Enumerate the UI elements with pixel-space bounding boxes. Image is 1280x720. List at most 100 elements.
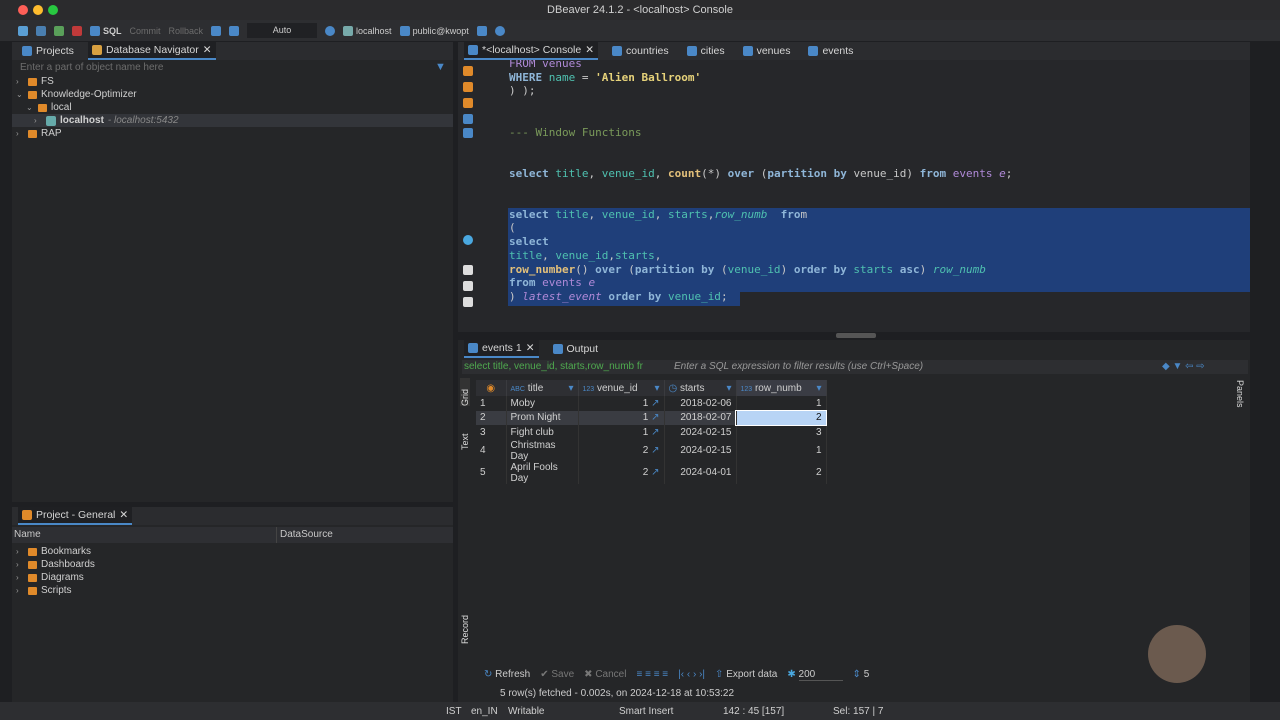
tools-icon[interactable] <box>476 25 487 36</box>
cell-title[interactable]: Prom Night <box>506 410 579 425</box>
cell-venue-id[interactable]: 1 ↗ <box>578 410 665 425</box>
execute-script-icon[interactable] <box>463 82 473 92</box>
tab-events-1[interactable]: events 1 ✕ <box>464 340 539 358</box>
close-icon[interactable]: ✕ <box>585 44 594 56</box>
stop-icon[interactable] <box>72 25 82 36</box>
refresh-button[interactable]: ↻ Refresh <box>484 669 530 681</box>
tab-venues[interactable]: venues <box>739 42 795 60</box>
column-header-title[interactable]: ABC title ▾ <box>506 380 579 396</box>
cell-row-numb[interactable]: 1 <box>736 396 827 411</box>
cell-venue-id[interactable]: 1 ↗ <box>578 425 665 440</box>
connect-icon[interactable] <box>18 25 28 36</box>
table-row[interactable]: 2 Prom Night 1 ↗ 2018-02-07 2 <box>476 409 827 426</box>
maximize-window-button[interactable] <box>48 5 58 15</box>
chevron-right-icon[interactable]: › <box>34 114 42 127</box>
panels-toggle[interactable]: Panels <box>1235 380 1245 408</box>
table-row[interactable]: 3 Fight club 1 ↗ 2024-02-15 3 <box>476 425 827 440</box>
table-row[interactable]: 4 Christmas Day 2 ↗ 2024-02-15 1 <box>476 439 827 462</box>
tree-item-knowledge-optimizer[interactable]: ⌄ Knowledge-Optimizer <box>16 88 137 101</box>
project-item-scripts[interactable]: › Scripts <box>16 584 72 597</box>
close-icon[interactable]: ✕ <box>203 44 212 56</box>
cell-title[interactable]: Moby <box>506 396 579 411</box>
cancel-button[interactable]: ✖ Cancel <box>584 669 626 681</box>
commit-button[interactable]: Commit <box>130 26 161 36</box>
cell-venue-id[interactable]: 2 ↗ <box>578 461 665 484</box>
tab-events[interactable]: events <box>804 42 857 60</box>
tab-project-general[interactable]: Project - General ✕ <box>18 507 133 525</box>
close-window-button[interactable] <box>18 5 28 15</box>
column-header-row-numb[interactable]: 123 row_numb ▾ <box>736 380 827 396</box>
table-row[interactable]: 1 Moby 1 ↗ 2018-02-06 1 <box>476 396 827 411</box>
chevron-right-icon[interactable]: › <box>16 75 24 88</box>
filter-input[interactable]: Enter a SQL expression to filter results… <box>674 360 923 374</box>
minimize-window-button[interactable] <box>33 5 43 15</box>
filter-icon[interactable]: ▼ <box>435 61 446 73</box>
tree-item-fs[interactable]: › FS <box>16 75 54 88</box>
column-header-datasource[interactable]: DataSource <box>276 527 333 543</box>
row-count[interactable]: ⇕ 5 <box>853 669 870 681</box>
cell-title[interactable]: Fight club <box>506 425 579 440</box>
cell-n[interactable]: 2 <box>476 410 507 425</box>
cell-starts[interactable]: 2024-02-15 <box>664 425 737 440</box>
connection-selector[interactable]: localhost <box>343 25 392 36</box>
cell-venue-id[interactable]: 2 ↗ <box>578 439 665 462</box>
settings-icon[interactable] <box>463 235 473 245</box>
cell-row-numb[interactable]: 2 <box>736 461 827 484</box>
project-item-dashboards[interactable]: › Dashboards <box>16 558 95 571</box>
cell-starts[interactable]: 2024-04-01 <box>664 461 737 484</box>
chevron-right-icon[interactable]: › <box>16 127 24 140</box>
splitter-handle[interactable] <box>836 333 876 338</box>
chevron-down-icon[interactable]: ⌄ <box>16 88 24 101</box>
cell-row-numb[interactable]: 3 <box>736 425 827 440</box>
tab-countries[interactable]: countries <box>608 42 673 60</box>
schema-selector[interactable]: public@kwopt <box>399 25 469 36</box>
project-item-bookmarks[interactable]: › Bookmarks <box>16 545 91 558</box>
cell-n[interactable]: 4 <box>476 439 507 462</box>
export-data-button[interactable]: ⇧ Export data <box>715 669 777 681</box>
column-header-name[interactable]: Name <box>14 527 41 543</box>
explain-plan-icon[interactable] <box>463 98 473 108</box>
tab-output[interactable]: Output <box>549 340 603 358</box>
cell-starts[interactable]: 2018-02-06 <box>664 396 737 411</box>
variables-icon[interactable] <box>463 297 473 307</box>
search-icon[interactable] <box>494 25 505 36</box>
save-button[interactable]: ✔ Save <box>540 669 574 681</box>
filter-apply-icon[interactable]: ◆ ▼ ⇦ ⇨ <box>1162 360 1205 374</box>
chevron-down-icon[interactable]: ⌄ <box>26 101 34 114</box>
cell-title[interactable]: Christmas Day <box>506 439 579 462</box>
tree-item-rap[interactable]: › RAP <box>16 127 62 140</box>
row-edit-icons[interactable]: ≡ ≡ ≡ ≡ <box>636 669 668 681</box>
tab-console[interactable]: *<localhost> Console ✕ <box>464 42 599 60</box>
disconnect-icon[interactable] <box>36 25 46 36</box>
sql-editor-button[interactable]: SQL <box>90 25 122 36</box>
export-icon[interactable] <box>463 265 473 275</box>
grid-view-tab[interactable]: Grid <box>460 378 470 406</box>
cell-row-numb[interactable]: 2 <box>735 409 827 426</box>
table-row[interactable]: 5 April Fools Day 2 ↗ 2024-04-01 2 <box>476 461 827 484</box>
cell-n[interactable]: 1 <box>476 396 507 411</box>
project-item-diagrams[interactable]: › Diagrams <box>16 571 84 584</box>
tree-item-local[interactable]: ⌄ local <box>26 101 72 114</box>
cell-starts[interactable]: 2018-02-07 <box>664 410 737 425</box>
rollback-button[interactable]: Rollback <box>169 26 204 36</box>
history-icon[interactable] <box>325 25 336 36</box>
tab-cities[interactable]: cities <box>683 42 729 60</box>
sql-editor[interactable]: FROM venues WHERE name = 'Alien Ballroom'… <box>458 60 1250 332</box>
transaction-mode-icon[interactable] <box>211 25 222 36</box>
text-view-tab[interactable]: Text <box>460 426 470 450</box>
close-icon[interactable]: ✕ <box>526 342 535 354</box>
cell-venue-id[interactable]: 1 ↗ <box>578 396 665 411</box>
cell-starts[interactable]: 2024-02-15 <box>664 439 737 462</box>
lock-icon[interactable] <box>229 25 240 36</box>
invalidate-icon[interactable] <box>54 25 64 36</box>
column-header-starts[interactable]: ◷ starts ▾ <box>664 380 737 396</box>
cell-title[interactable]: April Fools Day <box>506 461 579 484</box>
tab-database-navigator[interactable]: Database Navigator ✕ <box>87 42 216 60</box>
cell-n[interactable]: 5 <box>476 461 507 484</box>
tree-item-localhost[interactable]: › localhost - localhost:5432 <box>12 114 453 127</box>
cell-row-numb[interactable]: 1 <box>736 439 827 462</box>
execute-statement-icon[interactable] <box>463 66 473 76</box>
load-execution-plan-icon[interactable] <box>463 114 473 124</box>
navigator-filter-input[interactable]: Enter a part of object name here <box>20 62 163 73</box>
tab-projects[interactable]: Projects <box>18 42 78 60</box>
